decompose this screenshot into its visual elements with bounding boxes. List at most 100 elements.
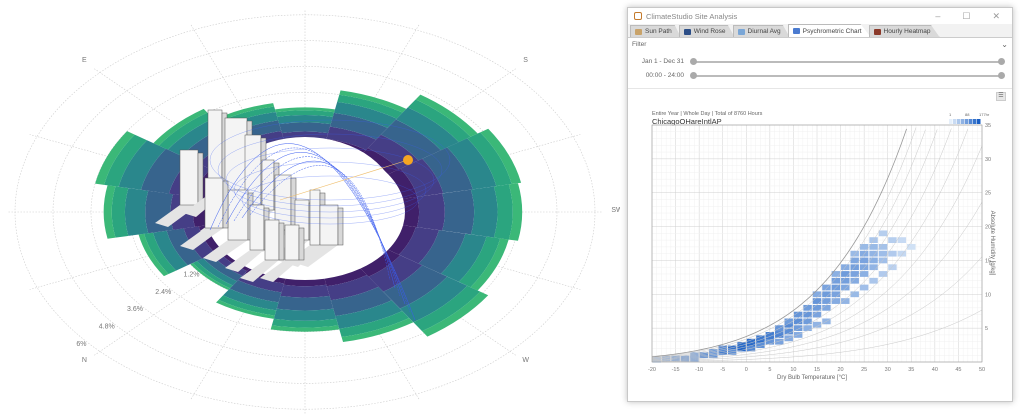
close-button[interactable]: ✕	[992, 11, 1000, 22]
legend-swatch	[965, 119, 969, 124]
wind-rose-bar-ne	[124, 188, 149, 236]
heatmap-cell	[812, 311, 822, 318]
x-tick-label: -5	[720, 367, 725, 373]
wind-rose-icon	[683, 28, 691, 35]
heatmap-cell	[841, 271, 850, 277]
heatmap-cell	[831, 298, 841, 304]
legend-label: 1	[949, 112, 952, 117]
wind-rose-bar-se	[279, 122, 331, 134]
divider	[628, 88, 1012, 89]
legend-swatch	[953, 119, 957, 124]
tab-wind-rose[interactable]: Wind Rose	[678, 25, 735, 37]
building	[319, 204, 339, 246]
filter-label: Filter	[632, 40, 647, 48]
ring-label: 3.6%	[127, 306, 143, 313]
x-tick-label: 0	[745, 367, 748, 373]
title-bar[interactable]: ClimateStudio Site Analysis – ☐ ✕	[628, 8, 1012, 24]
climatestudio-app-icon	[634, 12, 642, 20]
heatmap-cell	[850, 291, 859, 298]
wind-rose-bar-sw	[442, 189, 475, 235]
heatmap-cell	[859, 271, 869, 277]
tab-hourly-heatmap[interactable]: Hourly Heatmap	[868, 25, 940, 37]
heatmap-cell	[831, 277, 841, 284]
y-tick-label: 35	[985, 123, 991, 129]
heatmap-cell	[850, 264, 859, 271]
chevron-down-icon[interactable]: ⌄	[1001, 40, 1008, 49]
legend-swatch	[957, 119, 961, 124]
date-start-handle[interactable]	[690, 58, 697, 65]
x-tick-label: -15	[672, 367, 680, 373]
building	[179, 149, 199, 206]
x-tick-label: 50	[979, 367, 985, 373]
filter-header[interactable]: Filter ⌄	[628, 38, 1012, 50]
window-title: ClimateStudio Site Analysis	[646, 11, 738, 21]
compass-label-s: S	[523, 57, 528, 64]
building	[249, 204, 265, 251]
ring-label: 6%	[76, 341, 86, 348]
tab-label: Psychrometric Chart	[802, 27, 862, 35]
x-tick-label: 45	[955, 367, 961, 373]
tab-label: Hourly Heatmap	[883, 28, 931, 35]
psychrometric-chart: Entire Year | Whole Day | Total of 8760 …	[648, 111, 995, 381]
date-range-label: Jan 1 - Dec 31	[641, 58, 684, 65]
building	[284, 224, 300, 261]
heatmap-icon	[873, 28, 881, 35]
wind-rose-bar-ne	[145, 190, 174, 234]
date-range-slider[interactable]	[690, 58, 1005, 65]
chart-title: ChicagoOHareIntlAP	[652, 117, 722, 126]
date-end-handle[interactable]	[998, 58, 1005, 65]
diurnal-icon	[737, 28, 745, 35]
chart-menu-button[interactable]: ☰	[996, 92, 1006, 101]
minimize-button[interactable]: –	[935, 11, 940, 22]
heatmap-cell	[850, 271, 859, 277]
heatmap-cell	[897, 237, 907, 243]
building-side	[197, 152, 204, 206]
tab-diurnal-avg[interactable]: Diurnal Avg	[732, 25, 790, 37]
time-range-slider[interactable]	[690, 72, 1005, 79]
heatmap-cell	[888, 237, 897, 243]
heatmap-cell	[775, 325, 784, 332]
heatmap-cell	[878, 230, 888, 237]
heatmap-cell	[897, 250, 907, 257]
time-start-handle[interactable]	[690, 72, 697, 79]
heatmap-cell	[756, 335, 765, 342]
wind-rose-bar-sw	[403, 196, 420, 228]
compass-label-sw: SW	[611, 207, 620, 214]
x-axis-title: Dry Bulb Temperature [°C]	[777, 375, 847, 381]
color-legend: 1 88 177hr	[949, 112, 990, 124]
y-tick-label: 30	[985, 157, 991, 163]
y-tick-label: 10	[985, 292, 991, 298]
building-side	[278, 222, 285, 261]
heatmap-cell	[812, 298, 822, 304]
compass-label-w: W	[522, 357, 529, 364]
maximize-button[interactable]: ☐	[962, 11, 970, 22]
heatmap-cell	[888, 264, 897, 271]
x-tick-label: 20	[838, 367, 844, 373]
legend-swatch	[973, 119, 977, 124]
heatmap-cell	[907, 244, 916, 250]
legend-swatch	[961, 119, 965, 124]
x-tick-label: 30	[885, 367, 891, 373]
tab-label: Wind Rose	[693, 28, 726, 35]
x-tick-label: 35	[908, 367, 914, 373]
wind-rose-bar-nw	[276, 295, 334, 311]
x-tick-label: 10	[790, 367, 796, 373]
building-side	[337, 207, 344, 246]
x-tick-label: -20	[648, 367, 656, 373]
x-tick-label: 25	[861, 367, 867, 373]
y-axis-title: Absolute Humidity [g/kg]	[989, 211, 995, 276]
x-tick-label: -10	[695, 367, 703, 373]
heatmap-cell	[859, 264, 869, 271]
tab-sun-path[interactable]: Sun Path	[630, 25, 681, 37]
tab-psychrometric-chart[interactable]: Psychrometric Chart	[787, 24, 871, 37]
heatmap-cell	[869, 264, 878, 271]
heatmap-cell	[878, 257, 888, 264]
compass-label-e: E	[82, 57, 87, 64]
tab-bar: Sun Path Wind Rose Diurnal Avg Psychrometri…	[628, 24, 1012, 38]
heatmap-cell	[775, 338, 784, 345]
legend-swatch	[969, 119, 973, 124]
time-range-slider-row: 00:00 - 24:00	[636, 72, 1008, 79]
building	[264, 219, 280, 261]
time-end-handle[interactable]	[998, 72, 1005, 79]
sun-position-icon	[403, 155, 413, 165]
